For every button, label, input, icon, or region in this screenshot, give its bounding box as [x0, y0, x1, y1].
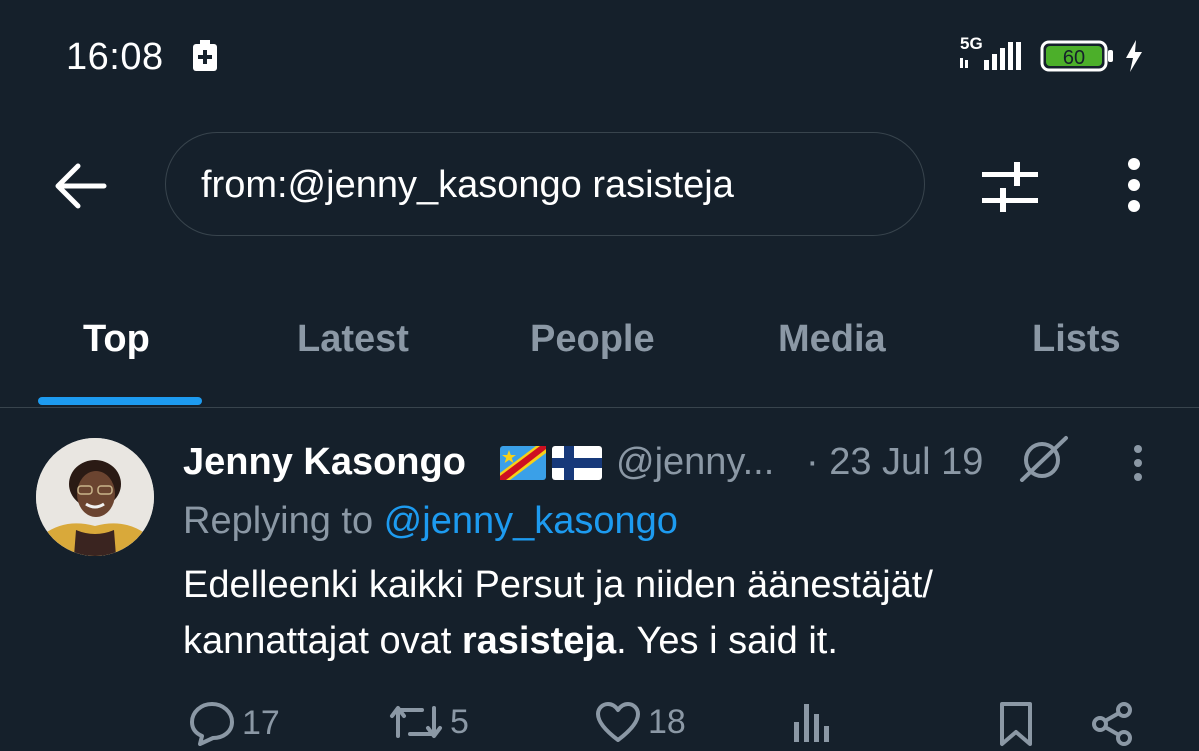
tab-latest[interactable]: Latest — [297, 318, 409, 361]
tweet-text-part: kannattajat ovat — [183, 620, 462, 662]
back-arrow-icon[interactable] — [52, 160, 108, 217]
battery-level: 60 — [1063, 47, 1085, 69]
tweet-text-line-2: kannattajat ovat rasisteja. Yes i said i… — [183, 620, 838, 663]
author-handle[interactable]: @jenny... — [616, 441, 774, 484]
grok-icon[interactable] — [1018, 434, 1070, 487]
retweet-count: 5 — [450, 702, 469, 741]
replying-to-mention[interactable]: @jenny_kasongo — [384, 500, 678, 542]
tabs-divider — [0, 407, 1199, 408]
like-button[interactable]: 18 — [594, 700, 686, 744]
tab-lists[interactable]: Lists — [1032, 318, 1121, 361]
avatar[interactable] — [36, 438, 154, 556]
tweet-more-icon[interactable] — [1130, 444, 1146, 489]
flag-cd-icon — [500, 446, 546, 485]
tab-top[interactable]: Top — [83, 318, 150, 361]
more-options-icon[interactable] — [1118, 156, 1150, 221]
replying-to-line: Replying to @jenny_kasongo — [183, 500, 678, 543]
retweet-button[interactable]: 5 — [388, 700, 469, 744]
tweet-date[interactable]: · 23 Jul 19 — [806, 441, 983, 484]
tweet-text-part: . Yes i said it. — [616, 620, 838, 662]
views-button[interactable] — [790, 700, 834, 744]
battery-saver-icon — [192, 40, 218, 77]
filter-icon[interactable] — [980, 160, 1040, 221]
heart-icon — [596, 702, 640, 742]
search-query-text: from:@jenny_kasongo rasisteja — [201, 164, 734, 206]
reply-icon — [190, 702, 234, 746]
replying-to-label: Replying to — [183, 500, 384, 542]
battery-icon: 60 — [1040, 40, 1116, 77]
search-match-highlight: rasisteja — [461, 620, 617, 662]
charging-icon — [1124, 40, 1144, 77]
active-tab-indicator — [38, 397, 202, 405]
retweet-icon — [390, 706, 442, 738]
tab-people[interactable]: People — [530, 318, 655, 361]
signal-icon — [960, 40, 1028, 77]
analytics-icon — [794, 704, 829, 742]
share-button[interactable] — [1088, 700, 1136, 748]
like-count: 18 — [648, 702, 686, 741]
bookmark-icon — [1000, 702, 1032, 746]
bookmark-button[interactable] — [996, 700, 1036, 748]
tweet-text-line-1: Edelleenki kaikki Persut ja niiden äänes… — [183, 564, 933, 606]
reply-button[interactable]: 17 — [188, 700, 280, 746]
tab-media[interactable]: Media — [778, 318, 886, 361]
search-input[interactable]: from:@jenny_kasongo rasisteja — [165, 132, 925, 236]
status-time: 16:08 — [66, 36, 164, 78]
reply-count: 17 — [242, 703, 280, 742]
flag-fi-icon — [552, 446, 602, 485]
author-name[interactable]: Jenny Kasongo — [183, 441, 466, 484]
share-icon — [1092, 702, 1132, 746]
